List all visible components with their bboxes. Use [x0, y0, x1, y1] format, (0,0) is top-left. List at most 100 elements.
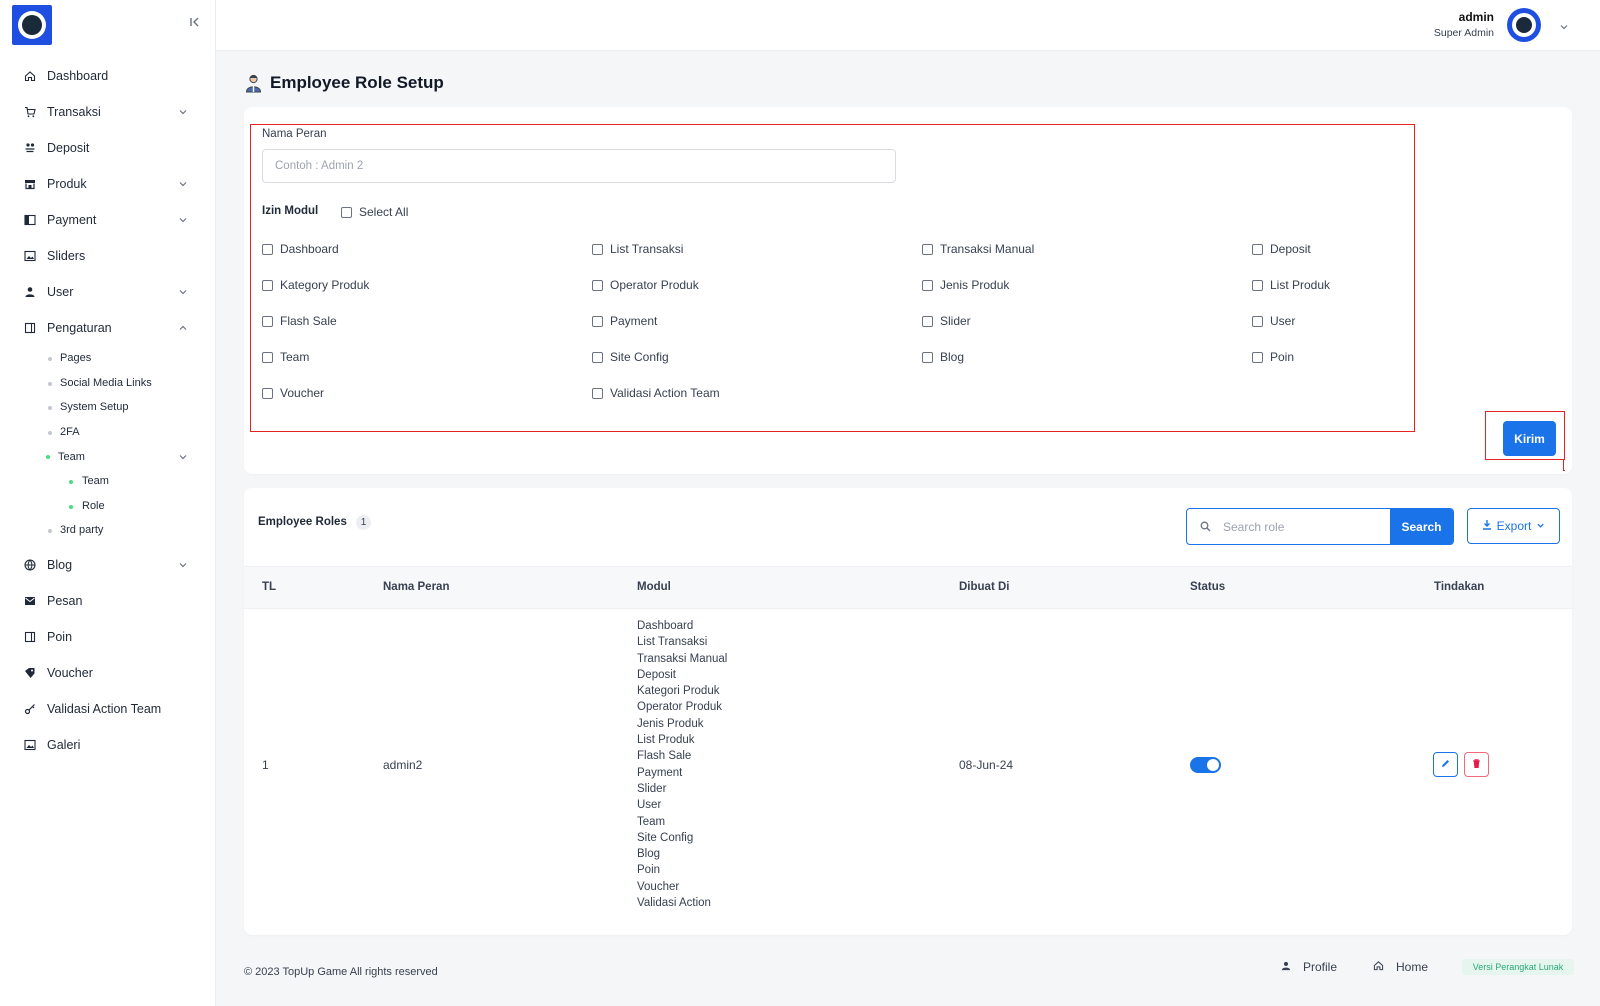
key-icon — [24, 703, 36, 715]
module-checkbox-poin[interactable]: Poin — [1252, 350, 1294, 364]
module-checkbox-site-config[interactable]: Site Config — [592, 350, 669, 364]
blog-icon — [24, 559, 36, 571]
coins-icon — [24, 142, 36, 154]
module-checkbox-transaksi-manual[interactable]: Transaksi Manual — [922, 242, 1034, 256]
employee-roles-card — [244, 488, 1572, 935]
avatar[interactable] — [1507, 8, 1541, 42]
brand-logo[interactable] — [12, 5, 52, 45]
export-dropdown-button[interactable]: Export — [1467, 508, 1560, 544]
payment-icon — [24, 214, 36, 226]
pencil-icon — [1440, 757, 1451, 772]
module-checkbox-jenis-produk[interactable]: Jenis Produk — [922, 278, 1009, 292]
sidebar-item-label: Voucher — [47, 665, 93, 680]
footer-profile-link[interactable]: Profile — [1281, 960, 1337, 974]
sidebar-item-deposit[interactable]: Deposit — [0, 130, 216, 166]
sidebar-item-label: Poin — [47, 629, 73, 644]
points-icon — [24, 631, 36, 643]
module-checkbox-user[interactable]: User — [1252, 314, 1295, 328]
employee-icon — [245, 74, 262, 93]
module-checkbox-kategory-produk[interactable]: Kategory Produk — [262, 278, 369, 292]
sidebar-item-label: Produk — [47, 177, 87, 191]
search-role-box: Search — [1186, 508, 1454, 545]
sidebar-item-dashboard[interactable]: Dashboard — [0, 58, 216, 94]
status-toggle[interactable] — [1190, 757, 1221, 773]
chevron-down-icon — [1536, 519, 1545, 533]
collapse-sidebar-icon[interactable] — [187, 16, 203, 32]
sidebar-item-sliders[interactable]: Sliders — [0, 238, 216, 274]
sidebar-item-label: Pengaturan — [47, 321, 112, 335]
sidebar-item-voucher[interactable]: Voucher — [0, 655, 216, 691]
module-checkbox-slider[interactable]: Slider — [922, 314, 971, 328]
submenu-item-2fa[interactable]: 2FA — [0, 420, 216, 445]
submenu-item-role[interactable]: Role — [0, 494, 216, 519]
sidebar-item-galeri[interactable]: Galeri — [0, 727, 216, 763]
chevron-down-icon — [178, 107, 188, 117]
cell-nama-peran: admin2 — [383, 758, 423, 772]
kirim-button[interactable]: Kirim — [1503, 421, 1556, 456]
column-header-status: Status — [1190, 581, 1226, 593]
sidebar: Dashboard Transaksi Deposit Produk Payme… — [0, 0, 216, 1006]
module-checkbox-blog[interactable]: Blog — [922, 350, 964, 364]
submenu-item-social-media-links[interactable]: Social Media Links — [0, 371, 216, 396]
sidebar-item-poin[interactable]: Poin — [0, 619, 216, 655]
voucher-icon — [24, 667, 36, 679]
chevron-down-icon — [178, 560, 188, 570]
mail-icon — [24, 595, 36, 607]
footer-home-link[interactable]: Home — [1373, 960, 1428, 974]
search-button[interactable]: Search — [1390, 509, 1453, 544]
module-checkbox-team[interactable]: Team — [262, 350, 309, 364]
sidebar-item-produk[interactable]: Produk — [0, 166, 216, 202]
store-icon — [24, 178, 36, 190]
user-role: Super Admin — [1433, 27, 1494, 39]
sidebar-item-label: Galeri — [47, 737, 81, 752]
submenu-item-team[interactable]: Team — [0, 469, 216, 494]
module-checkbox-payment[interactable]: Payment — [592, 314, 657, 328]
column-header-modul: Modul — [637, 581, 671, 593]
user-icon — [24, 286, 36, 298]
sidebar-item-label: Pesan — [47, 593, 83, 608]
submenu-item-pages[interactable]: Pages — [0, 346, 216, 371]
version-badge: Versi Perangkat Lunak — [1462, 959, 1574, 975]
sidebar-item-transaksi[interactable]: Transaksi — [0, 94, 216, 130]
module-checkbox-voucher[interactable]: Voucher — [262, 386, 324, 400]
submenu-item-team-group[interactable]: Team — [0, 444, 216, 469]
cell-modul-list: Dashboard List Transaksi Transaksi Manua… — [637, 620, 728, 910]
settings-icon — [24, 322, 36, 334]
sidebar-item-label: Sliders — [47, 249, 86, 263]
employee-roles-title: Employee Roles — [258, 516, 347, 528]
sidebar-item-label: Validasi Action Team — [47, 701, 162, 716]
sidebar-item-label: Dashboard — [47, 69, 109, 83]
trash-icon — [1471, 757, 1482, 772]
home-icon — [1373, 960, 1384, 974]
sidebar-item-user[interactable]: User — [0, 274, 216, 310]
module-checkbox-validasi-action-team[interactable]: Validasi Action Team — [592, 386, 720, 400]
edit-button[interactable] — [1433, 752, 1458, 777]
sidebar-item-label: Deposit — [47, 141, 90, 155]
cell-dibuat-di: 08-Jun-24 — [959, 758, 1014, 772]
chevron-up-icon — [178, 323, 188, 333]
sidebar-item-pesan[interactable]: Pesan — [0, 583, 216, 619]
module-checkbox-dashboard[interactable]: Dashboard — [262, 242, 339, 256]
module-checkbox-list-transaksi[interactable]: List Transaksi — [592, 242, 683, 256]
select-all-checkbox[interactable]: Select All — [341, 205, 408, 219]
nama-peran-input[interactable] — [262, 149, 896, 183]
sidebar-item-pengaturan[interactable]: Pengaturan — [0, 310, 216, 346]
module-checkbox-operator-produk[interactable]: Operator Produk — [592, 278, 699, 292]
search-role-input[interactable] — [1223, 509, 1390, 544]
submenu-item-system-setup[interactable]: System Setup — [0, 395, 216, 420]
submenu-item-3rd-party[interactable]: 3rd party — [0, 518, 216, 543]
home-icon — [24, 70, 36, 82]
module-checkbox-list-produk[interactable]: List Produk — [1252, 278, 1330, 292]
chevron-down-icon — [178, 452, 188, 462]
cart-icon — [24, 106, 36, 118]
module-checkbox-flash-sale[interactable]: Flash Sale — [262, 314, 337, 328]
module-checkbox-deposit[interactable]: Deposit — [1252, 242, 1311, 256]
user-menu-chevron-icon[interactable] — [1559, 20, 1569, 35]
sidebar-item-blog[interactable]: Blog — [0, 547, 216, 583]
image-icon — [24, 250, 36, 262]
gallery-icon — [24, 739, 36, 751]
sidebar-item-validasi-action-team[interactable]: Validasi Action Team — [0, 691, 216, 727]
sidebar-item-label: Transaksi — [47, 105, 101, 119]
sidebar-item-payment[interactable]: Payment — [0, 202, 216, 238]
delete-button[interactable] — [1464, 752, 1489, 777]
